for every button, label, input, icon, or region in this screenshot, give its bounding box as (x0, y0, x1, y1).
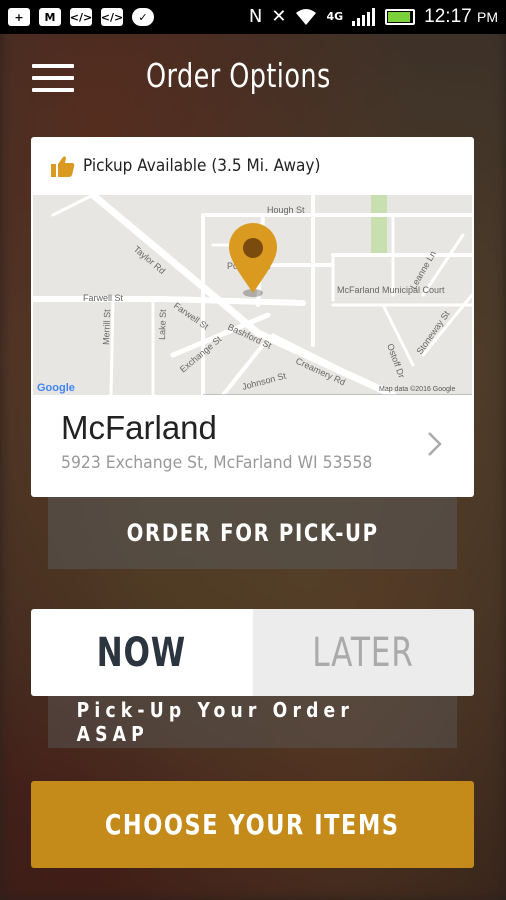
app-header: Order Options (0, 34, 506, 124)
network-type: 4G (326, 10, 344, 23)
order-for-pickup-button[interactable]: ORDER FOR PICK-UP (48, 497, 457, 569)
location-address: 5923 Exchange St, McFarland WI 53558 (61, 453, 373, 473)
pickup-asap-text: Pick-Up Your Order ASAP (76, 698, 355, 746)
map-street-label: Merrill St (101, 309, 112, 345)
wifi-icon (296, 9, 317, 25)
map-place-label: McFarland Municipal Court (337, 285, 445, 295)
now-label: NOW (97, 629, 187, 676)
clock-time: 12:17 (424, 6, 472, 27)
signal-icon (352, 8, 376, 26)
map-attribution: Map data ©2016 Google (379, 385, 455, 393)
mute-icon: ✕ (271, 6, 287, 27)
location-name: McFarland (61, 409, 217, 446)
chevron-right-icon (428, 432, 442, 456)
availability-row: Pickup Available (3.5 Mi. Away) (31, 137, 474, 195)
map-street-label: Lake St (157, 309, 168, 340)
order-for-pickup-label: ORDER FOR PICK-UP (126, 519, 379, 547)
map-street-label: Farwell St (83, 293, 124, 303)
availability-text: Pickup Available (3.5 Mi. Away) (83, 156, 321, 176)
thumbs-up-icon (51, 156, 75, 177)
google-logo: Google (37, 382, 75, 394)
page-title: Order Options (146, 56, 331, 95)
now-option[interactable]: NOW (31, 609, 253, 696)
later-option[interactable]: LATER (252, 609, 474, 696)
chat-icon: ✓ (132, 8, 154, 26)
location-card: Pickup Available (3.5 Mi. Away) Hough St… (31, 137, 474, 497)
add-icon: + (8, 8, 30, 26)
location-row[interactable]: McFarland 5923 Exchange St, McFarland WI… (31, 395, 474, 497)
mail-icon: M (39, 8, 61, 26)
hamburger-menu-icon[interactable] (32, 64, 74, 94)
code-icon: </> (70, 8, 92, 26)
choose-your-items-button[interactable]: CHOOSE YOUR ITEMS (31, 781, 474, 868)
later-label: LATER (312, 629, 414, 676)
location-map[interactable]: Hough St Taylor Rd Farwell St Farwell St… (33, 195, 472, 395)
time-toggle: NOW LATER (31, 609, 474, 696)
clock-ampm: PM (477, 9, 498, 25)
nfc-icon: N (248, 6, 263, 27)
status-bar: + M </> </> ✓ N ✕ 4G 12:17 PM (0, 0, 506, 34)
battery-icon (385, 9, 416, 25)
choose-your-items-label: CHOOSE YOUR ITEMS (105, 808, 400, 841)
code-icon: </> (101, 8, 123, 26)
pickup-asap-note: Pick-Up Your Order ASAP (48, 696, 457, 748)
map-street-label: Hough St (267, 205, 305, 215)
